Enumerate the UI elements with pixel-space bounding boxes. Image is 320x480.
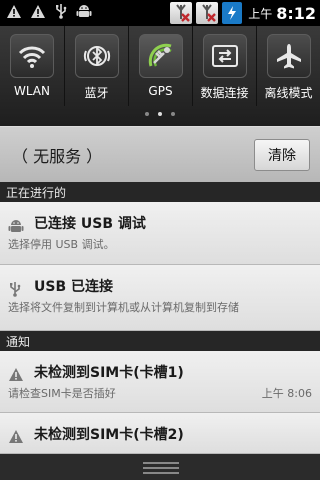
- bluetooth-icon: [74, 34, 119, 78]
- warning-icon: [8, 429, 24, 448]
- data-connection-icon: [202, 34, 247, 78]
- warning-icon: [6, 4, 22, 23]
- status-right-icons: 上午 8:12: [170, 1, 316, 25]
- toggle-label: 数据连接: [200, 86, 249, 100]
- charging-battery-icon: [222, 2, 243, 24]
- notification-usb-debugging[interactable]: 已连接 USB 调试 选择停用 USB 调试。: [0, 202, 320, 265]
- carrier-row: （ 无服务 ） 清除: [0, 126, 320, 182]
- notification-no-sim-slot2[interactable]: 未检测到SIM卡(卡槽2): [0, 413, 320, 454]
- toggle-label: WLAN: [13, 84, 50, 98]
- notification-no-sim-slot1[interactable]: 未检测到SIM卡(卡槽1) 请检查SIM卡是否插好 上午 8:06: [0, 351, 320, 413]
- notification-subtitle: 选择将文件复制到计算机或从计算机复制到存储: [8, 301, 239, 314]
- panel-drag-handle[interactable]: [0, 454, 320, 480]
- toggle-label: GPS: [148, 84, 173, 98]
- notification-usb-connected[interactable]: USB 已连接 选择将文件复制到计算机或从计算机复制到存储: [0, 265, 320, 331]
- toggle-gps[interactable]: GPS: [128, 26, 192, 106]
- page-dot-active: [158, 112, 162, 116]
- notifications-header: 通知: [0, 331, 320, 351]
- quick-settings-panel: WLAN 蓝牙 GPS 数据连接 离线模式: [0, 26, 320, 126]
- toggle-wlan[interactable]: WLAN: [0, 26, 64, 106]
- android-debug-icon: [76, 3, 92, 23]
- no-signal-sim2-icon: [196, 2, 219, 24]
- toggle-airplane-mode[interactable]: 离线模式: [256, 26, 320, 106]
- status-left-icons: [6, 4, 92, 22]
- grip-line: [143, 467, 179, 469]
- gps-satellite-icon: [138, 34, 183, 78]
- page-dot: [171, 112, 175, 116]
- warning-icon: [8, 367, 24, 386]
- toggle-data-connection[interactable]: 数据连接: [192, 26, 256, 106]
- toggle-label: 离线模式: [264, 86, 313, 100]
- android-debug-icon: [8, 218, 24, 238]
- section-title: 正在进行的: [6, 186, 67, 200]
- carrier-label: （ 无服务 ）: [12, 147, 103, 166]
- notification-title: 未检测到SIM卡(卡槽2): [34, 427, 184, 443]
- ongoing-header: 正在进行的: [0, 182, 320, 202]
- status-ampm: 上午: [248, 6, 273, 21]
- notification-subtitle: 选择停用 USB 调试。: [8, 238, 115, 251]
- notification-title: USB 已连接: [34, 279, 113, 295]
- usb-icon: [8, 281, 22, 301]
- status-bar: 上午 8:12: [0, 0, 320, 26]
- clear-button[interactable]: 清除: [254, 139, 310, 171]
- page-dot: [145, 112, 149, 116]
- wifi-icon: [10, 34, 54, 78]
- no-signal-sim1-icon: [170, 2, 193, 24]
- status-time: 8:12: [276, 3, 316, 23]
- usb-icon: [54, 3, 68, 23]
- toggle-label: 蓝牙: [84, 86, 109, 100]
- airplane-icon: [266, 34, 311, 78]
- warning-icon: [30, 4, 46, 23]
- section-title: 通知: [6, 335, 31, 349]
- notification-subtitle: 请检查SIM卡是否插好: [8, 387, 116, 400]
- notification-time: 上午 8:06: [261, 387, 312, 400]
- grip-line: [143, 472, 179, 474]
- page-indicator: [0, 112, 320, 116]
- toggle-bluetooth[interactable]: 蓝牙: [64, 26, 128, 106]
- notification-title: 已连接 USB 调试: [34, 216, 146, 232]
- notification-title: 未检测到SIM卡(卡槽1): [34, 365, 184, 381]
- grip-line: [143, 462, 179, 464]
